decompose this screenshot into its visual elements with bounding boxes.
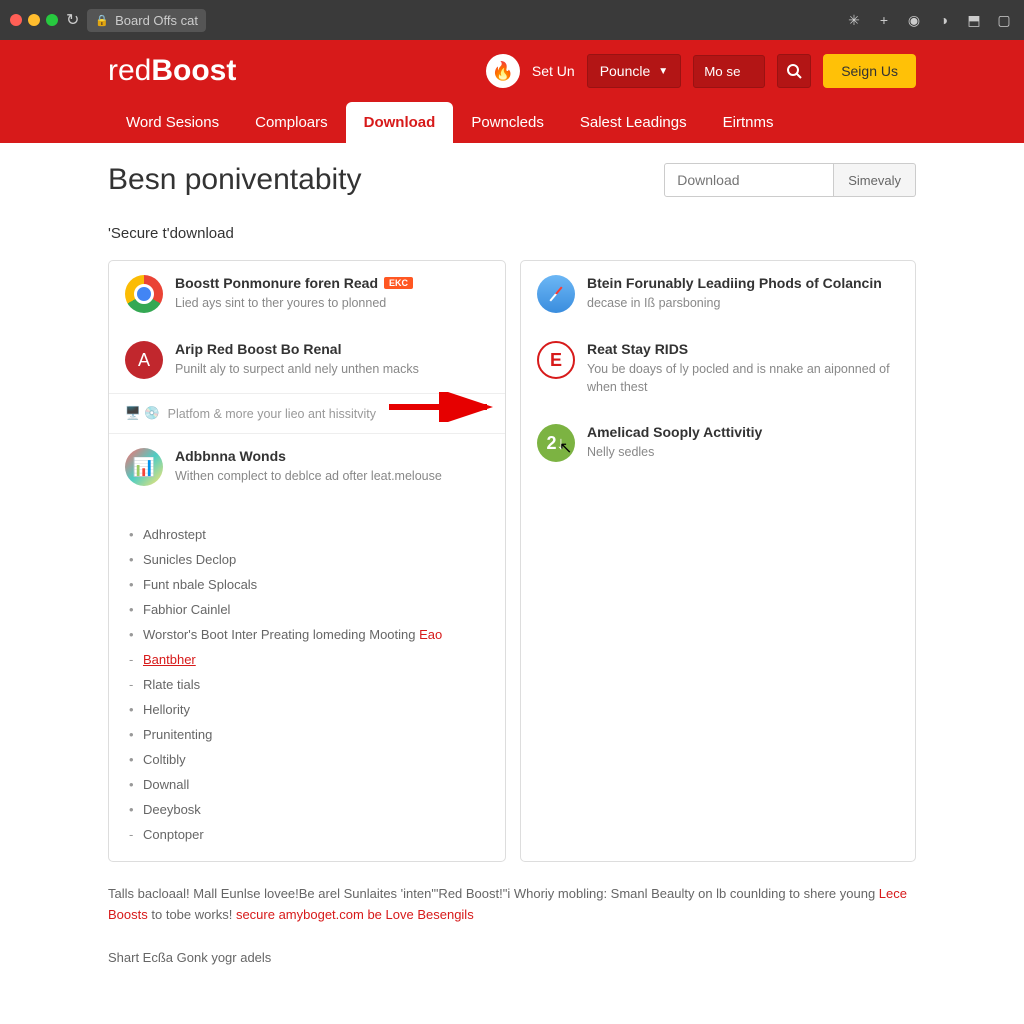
page-search-button[interactable]: Simevaly — [834, 163, 916, 197]
feature-adbbnna-wonds[interactable]: 📊 Adbbnna Wonds Withen complect to deblc… — [109, 434, 505, 500]
list-item[interactable]: Prunitenting — [129, 722, 485, 747]
chart-icon: 📊 — [125, 448, 163, 486]
list-item[interactable]: Sunicles Declop — [129, 547, 485, 572]
feature-title-1: Boostt Ponmonure foren Read — [175, 275, 378, 291]
page-search: Simevaly — [664, 163, 916, 197]
logo[interactable]: redBoost — [108, 54, 236, 88]
lock-icon: 🔒 — [95, 14, 109, 27]
feature-arip-red-boost[interactable]: A Arip Red Boost Bo Renal Punilt aly to … — [109, 327, 505, 393]
feature-title-r1: Btein Forunably Leadiing Phods of Colanc… — [587, 275, 899, 291]
window-icon[interactable]: ▢ — [994, 10, 1014, 30]
arrow-indicator-3 — [389, 392, 499, 422]
footer-link-3[interactable]: Love Besengils — [386, 907, 474, 922]
feature-desc-2: Punilt aly to surpect anld nely unthen m… — [175, 361, 489, 379]
logo-boost: Boost — [151, 54, 236, 87]
chrome-toolbar-right: ✳ + ◉ ◑ ⬒ ▢ — [844, 10, 1014, 30]
url-text: Board Offs cat — [115, 13, 198, 28]
extensions-icon[interactable]: ✳ — [844, 10, 864, 30]
feature-btein-forunably[interactable]: Btein Forunably Leadiing Phods of Colanc… — [521, 261, 915, 327]
footer-text: Talls bacloaal! Mall Eunlse lovee!Be are… — [108, 884, 916, 926]
platform-icons: 🖥️ 💿 — [125, 406, 160, 421]
browser-chrome: ↻ 🔒 Board Offs cat ✳ + ◉ ◑ ⬒ ▢ — [0, 0, 1024, 40]
list-item[interactable]: Worstor's Boot Inter Preating lomeding M… — [129, 622, 485, 647]
feature-boost-ponmonure[interactable]: Boostt Ponmonure foren Read EKC Lied ays… — [109, 261, 505, 327]
feature-desc-r2: You be doays of ly pocled and is nnake a… — [587, 361, 899, 396]
list-item[interactable]: Rlate tials — [129, 672, 485, 697]
footer-link-2[interactable]: secure amyboget.com be — [236, 907, 382, 922]
new-tab-icon[interactable]: + — [874, 10, 894, 30]
e-icon: E — [537, 341, 575, 379]
feature-amelicad-sooply[interactable]: 2↓ Amelicad Sooply Acttivitiy Nelly sedl… — [521, 410, 915, 476]
feature-title-r2: Reat Stay RIDS — [587, 341, 899, 357]
secure-download-text: 'Secure t'download — [108, 225, 916, 242]
nav-tab-download[interactable]: Download — [346, 102, 454, 143]
category-dropdown[interactable]: Pouncle ▼ — [587, 54, 682, 88]
header-search-input[interactable] — [704, 64, 754, 79]
reload-button[interactable]: ↻ — [66, 10, 79, 30]
list-item[interactable]: Fabhior Cainlel — [129, 597, 485, 622]
page-title: Besn poniventabity — [108, 163, 362, 197]
platform-row: 🖥️ 💿 Platfom & more your lieo ant hissit… — [109, 393, 505, 434]
feature-title-r3: Amelicad Sooply Acttivitiy — [587, 424, 899, 440]
page-search-input[interactable] — [664, 163, 834, 197]
left-card: Boostt Ponmonure foren Read EKC Lied ays… — [108, 260, 506, 862]
feature-desc-r3: Nelly sedles — [587, 444, 899, 462]
list-item[interactable]: Deeybosk — [129, 797, 485, 822]
traffic-lights — [10, 14, 58, 26]
footer-share: Shart Ecßa Gonk yogr adels — [108, 950, 916, 965]
list-item[interactable]: Funt nbale Splocals — [129, 572, 485, 597]
list-item[interactable]: Conptoper — [129, 822, 485, 847]
feature-reat-stay-rids[interactable]: E Reat Stay RIDS You be doays of ly pocl… — [521, 327, 915, 410]
feature-title-3: Adbbnna Wonds — [175, 448, 489, 464]
help-icon[interactable]: ◑ — [934, 10, 954, 30]
header-search-box — [693, 55, 765, 88]
page-body: Besn poniventabity Simevaly 'Secure t'do… — [0, 143, 1024, 1005]
signup-button[interactable]: Seign Us — [823, 54, 916, 88]
nav-tab-word-sesions[interactable]: Word Sesions — [108, 102, 237, 143]
right-card: Btein Forunably Leadiing Phods of Colanc… — [520, 260, 916, 862]
list-item[interactable]: Downall — [129, 772, 485, 797]
url-bar[interactable]: 🔒 Board Offs cat — [87, 9, 206, 32]
header-search-button[interactable] — [777, 54, 811, 88]
logo-red: red — [108, 54, 151, 87]
list-item[interactable]: Bantbher — [129, 647, 485, 672]
profile-icon[interactable]: ◉ — [904, 10, 924, 30]
safari-icon — [537, 275, 575, 313]
nav-tab-comploars[interactable]: Comploars — [237, 102, 346, 143]
dropdown-label: Pouncle — [600, 63, 651, 79]
nav-tab-salest-leadings[interactable]: Salest Leadings — [562, 102, 705, 143]
chrome-icon — [125, 275, 163, 313]
platform-text: Platfom & more your lieo ant hissitvity — [168, 407, 376, 421]
cursor-icon: ↖ — [559, 438, 572, 458]
feature-desc-3: Withen complect to deblce ad ofter leat.… — [175, 468, 489, 486]
feature-desc-r1: decase in Iß parsboning — [587, 295, 899, 313]
download-icon[interactable]: ⬒ — [964, 10, 984, 30]
site-header: redBoost 🔥 Set Un Pouncle ▼ Seign Us Wor… — [0, 40, 1024, 143]
chevron-down-icon: ▼ — [658, 66, 668, 77]
maximize-window-button[interactable] — [46, 14, 58, 26]
adobe-icon: A — [125, 341, 163, 379]
list-section: Adhrostept Sunicles Declop Funt nbale Sp… — [109, 500, 505, 861]
feature-title-2: Arip Red Boost Bo Renal — [175, 341, 489, 357]
feature-desc-1: Lied ays sint to ther youres to plonned — [175, 295, 489, 313]
list-item[interactable]: Coltibly — [129, 747, 485, 772]
list-item[interactable]: Hellority — [129, 697, 485, 722]
nav-tab-powncleds[interactable]: Powncleds — [453, 102, 562, 143]
hot-badge: EKC — [384, 277, 413, 289]
nav-tabs: Word Sesions Comploars Download Powncled… — [0, 102, 1024, 143]
close-window-button[interactable] — [10, 14, 22, 26]
nav-tab-eirtnms[interactable]: Eirtnms — [705, 102, 792, 143]
list-item[interactable]: Adhrostept — [129, 522, 485, 547]
set-un-link[interactable]: Set Un — [532, 63, 575, 79]
avatar[interactable]: 🔥 — [486, 54, 520, 88]
minimize-window-button[interactable] — [28, 14, 40, 26]
